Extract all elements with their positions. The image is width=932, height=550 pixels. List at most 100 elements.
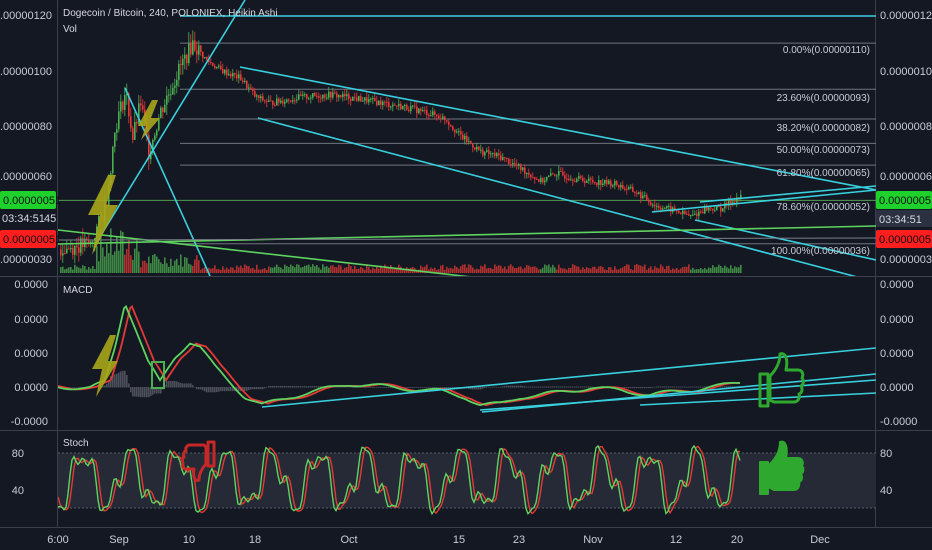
volume-bar <box>452 268 454 273</box>
candle-body <box>60 249 62 256</box>
svg-text:0.00000051: 0.00000051 <box>879 195 932 207</box>
volume-bar <box>310 266 312 273</box>
candle-body <box>640 192 642 199</box>
candle-body <box>432 111 434 116</box>
macd-histogram-bar <box>642 387 644 389</box>
candle-body <box>588 178 590 181</box>
macd-histogram-bar <box>574 386 576 388</box>
macd-histogram-bar <box>286 385 288 388</box>
macd-histogram-bar <box>478 387 480 390</box>
volume-bar <box>526 265 528 273</box>
volume-bar <box>634 264 636 273</box>
candle-body <box>194 40 196 51</box>
macd-label: MACD <box>63 285 92 296</box>
candle-body <box>690 215 692 217</box>
candle-body <box>334 92 336 94</box>
macd-histogram-bar <box>200 387 202 390</box>
volume-bar <box>202 268 204 273</box>
candle-body <box>596 182 598 186</box>
volume-bar <box>734 266 736 273</box>
macd-histogram-bar <box>72 387 74 388</box>
volume-bar <box>598 266 600 273</box>
macd-histogram-bar <box>130 387 132 393</box>
volume-bar <box>74 264 76 273</box>
volume-bar <box>128 240 130 273</box>
candle-body <box>572 179 574 182</box>
candle-body <box>458 131 460 133</box>
volume-bar <box>540 269 542 273</box>
volume-bar <box>150 263 152 273</box>
volume-bar <box>596 268 598 273</box>
macd-histogram-bar <box>250 387 252 390</box>
volume-bar <box>246 265 248 273</box>
candle-body <box>362 100 364 102</box>
volume-bar <box>300 267 302 273</box>
candle-body <box>570 179 572 181</box>
volume-bar <box>332 265 334 273</box>
macd-histogram-bar <box>204 387 206 392</box>
volume-bar <box>228 269 230 273</box>
candle-body <box>422 109 424 111</box>
candle-body <box>66 248 68 254</box>
volume-bar <box>346 267 348 273</box>
volume-bar <box>720 265 722 273</box>
volume-bar <box>144 260 146 273</box>
chart-canvas[interactable]: Dogecoin / Bitcoin, 240, POLONIEX, Heiki… <box>0 0 932 550</box>
macd-histogram-bar <box>264 387 266 389</box>
candle-body <box>228 73 230 76</box>
candle-body <box>694 213 696 215</box>
candle-body <box>214 65 216 69</box>
candle-body <box>212 62 214 66</box>
candle-body <box>578 176 580 179</box>
candle-body <box>624 188 626 190</box>
volume-bar <box>186 257 188 273</box>
candle-body <box>180 63 182 66</box>
macd-histogram-bar <box>372 387 374 388</box>
volume-bar <box>458 268 460 273</box>
volume-bar <box>94 269 96 273</box>
candle-body <box>542 178 544 183</box>
candle-body <box>466 135 468 142</box>
volume-bar <box>286 266 288 273</box>
fib-label: 0.00%(0.00000110) <box>783 45 870 56</box>
candle-body <box>494 152 496 156</box>
macd-tick: -0.0000 <box>11 416 48 428</box>
candle-body <box>636 192 638 194</box>
candle-body <box>638 192 640 194</box>
macd-histogram-bar <box>246 387 248 391</box>
volume-bar <box>470 265 472 273</box>
stoch-tick: 40 <box>12 485 24 497</box>
candle-body <box>536 178 538 180</box>
volume-bar <box>574 265 576 273</box>
candle-body <box>220 65 222 70</box>
volume-bar <box>534 266 536 273</box>
macd-histogram-bar <box>310 386 312 388</box>
candle-body <box>316 95 318 97</box>
candle-body <box>370 98 372 100</box>
macd-histogram-bar <box>428 387 430 388</box>
macd-histogram-bar <box>690 386 692 388</box>
volume-bar <box>116 235 118 273</box>
candle-body <box>198 45 200 55</box>
volume-bar <box>132 259 134 273</box>
volume-bar <box>726 267 728 273</box>
macd-histogram-bar <box>530 386 532 388</box>
volume-bar <box>610 267 612 273</box>
svg-text:0.00000051: 0.00000051 <box>3 234 61 246</box>
candle-body <box>594 182 596 184</box>
volume-bar <box>92 265 94 273</box>
volume-bar <box>622 267 624 273</box>
volume-bar <box>242 267 244 273</box>
candle-body <box>708 207 710 211</box>
macd-histogram-bar <box>514 385 516 388</box>
candle-body <box>532 177 534 179</box>
candle-body <box>668 206 670 208</box>
macd-histogram-bar <box>536 386 538 388</box>
volume-bar <box>270 267 272 273</box>
macd-histogram-bar <box>376 387 378 388</box>
macd-histogram-bar <box>314 386 316 388</box>
candle-body <box>266 100 268 102</box>
volume-bar <box>566 269 568 273</box>
candle-body <box>548 175 550 178</box>
volume-bar <box>564 268 566 273</box>
